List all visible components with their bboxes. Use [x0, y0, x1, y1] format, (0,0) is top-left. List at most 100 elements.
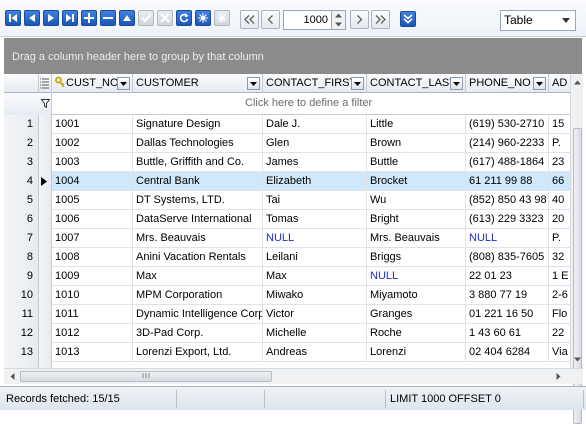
scroll-left-icon[interactable]: [6, 370, 19, 383]
contact-last-cell[interactable]: Brown: [367, 134, 466, 153]
header-phone-no[interactable]: PHONE_NO: [466, 74, 549, 93]
contact-first-cell[interactable]: Andreas: [263, 343, 367, 362]
cust-no-cell[interactable]: 1002: [52, 134, 133, 153]
customer-cell[interactable]: MPM Corporation: [133, 286, 263, 305]
customer-cell[interactable]: Dynamic Intelligence Corp: [133, 305, 263, 324]
contact-last-cell[interactable]: Buttle: [367, 153, 466, 172]
address-cell[interactable]: 1 E: [549, 267, 570, 286]
header-contact-first[interactable]: CONTACT_FIRST: [263, 74, 367, 93]
phone-no-cell[interactable]: NULL: [466, 229, 549, 248]
phone-no-cell[interactable]: 22 01 23: [466, 267, 549, 286]
cust-no-cell[interactable]: 1005: [52, 191, 133, 210]
prior-record-icon[interactable]: [24, 10, 40, 26]
contact-last-cell[interactable]: Mrs. Beauvais: [367, 229, 466, 248]
phone-no-cell[interactable]: 3 880 77 19: [466, 286, 549, 305]
table-row[interactable]: 4 1004 Central Bank Elizabeth Brocket 61 211 …: [4, 172, 570, 191]
first-record-icon[interactable]: [5, 10, 21, 26]
contact-first-cell[interactable]: Leilani: [263, 248, 367, 267]
contact-last-cell[interactable]: Miyamoto: [367, 286, 466, 305]
phone-no-cell[interactable]: (852) 850 43 98: [466, 191, 549, 210]
post-edit-icon[interactable]: [138, 10, 154, 26]
address-cell[interactable]: 20: [549, 210, 570, 229]
cust-no-cell[interactable]: 1003: [52, 153, 133, 172]
address-cell[interactable]: 32: [549, 248, 570, 267]
contact-last-cell[interactable]: Briggs: [367, 248, 466, 267]
customer-cell[interactable]: Dallas Technologies: [133, 134, 263, 153]
customer-cell[interactable]: Signature Design: [133, 115, 263, 134]
contact-first-cell[interactable]: Victor: [263, 305, 367, 324]
column-filter-dropdown-icon[interactable]: [247, 77, 260, 90]
customer-cell[interactable]: Buttle, Griffith and Co.: [133, 153, 263, 172]
first-page-icon[interactable]: [240, 10, 259, 29]
customer-cell[interactable]: Max: [133, 267, 263, 286]
customer-cell[interactable]: 3D-Pad Corp.: [133, 324, 263, 343]
row-indicator[interactable]: [39, 248, 52, 267]
limit-spinner[interactable]: [332, 10, 346, 30]
contact-first-cell[interactable]: Michelle: [263, 324, 367, 343]
table-row[interactable]: 10 1010 MPM Corporation Miwako Miyamoto 3 880…: [4, 286, 570, 305]
column-filter-dropdown-icon[interactable]: [351, 77, 364, 90]
horizontal-scroll-thumb[interactable]: [20, 371, 272, 382]
customer-cell[interactable]: DataServe International: [133, 210, 263, 229]
contact-first-cell[interactable]: Glen: [263, 134, 367, 153]
phone-no-cell[interactable]: 02 404 6284: [466, 343, 549, 362]
contact-first-cell[interactable]: Max: [263, 267, 367, 286]
row-indicator[interactable]: [39, 153, 52, 172]
address-cell[interactable]: 15: [549, 115, 570, 134]
delete-record-icon[interactable]: [100, 10, 116, 26]
scroll-up-icon[interactable]: [571, 76, 584, 89]
next-page-icon[interactable]: [350, 10, 369, 29]
phone-no-cell[interactable]: (613) 229 3323: [466, 210, 549, 229]
header-cust-no[interactable]: CUST_NO: [52, 74, 133, 93]
cust-no-cell[interactable]: 1010: [52, 286, 133, 305]
phone-no-cell[interactable]: 61 211 99 88: [466, 172, 549, 191]
phone-no-cell[interactable]: 1 43 60 61: [466, 324, 549, 343]
address-cell[interactable]: P.: [549, 229, 570, 248]
address-cell[interactable]: Via: [549, 343, 570, 362]
contact-first-cell[interactable]: NULL: [263, 229, 367, 248]
address-cell[interactable]: P.: [549, 134, 570, 153]
contact-first-cell[interactable]: Dale J.: [263, 115, 367, 134]
column-filter-dropdown-icon[interactable]: [117, 77, 130, 90]
column-chooser-icon[interactable]: [39, 74, 52, 93]
row-indicator[interactable]: [39, 229, 52, 248]
phone-no-cell[interactable]: (617) 488-1864: [466, 153, 549, 172]
scroll-right-icon[interactable]: [552, 370, 565, 383]
contact-last-cell[interactable]: Little: [367, 115, 466, 134]
table-row[interactable]: 3 1003 Buttle, Griffith and Co. James Buttle…: [4, 153, 570, 172]
customer-cell[interactable]: Lorenzi Export, Ltd.: [133, 343, 263, 362]
contact-last-cell[interactable]: Bright: [367, 210, 466, 229]
contact-last-cell[interactable]: Roche: [367, 324, 466, 343]
row-indicator[interactable]: [39, 191, 52, 210]
contact-first-cell[interactable]: Miwako: [263, 286, 367, 305]
clear-icon[interactable]: [214, 10, 230, 26]
row-indicator[interactable]: [39, 305, 52, 324]
contact-first-cell[interactable]: Tomas: [263, 210, 367, 229]
row-indicator[interactable]: [39, 286, 52, 305]
refresh-icon[interactable]: [176, 10, 192, 26]
phone-no-cell[interactable]: 01 221 16 50: [466, 305, 549, 324]
column-filter-dropdown-icon[interactable]: [533, 77, 546, 90]
header-contact-last[interactable]: CONTACT_LAST: [367, 74, 466, 93]
contact-last-cell[interactable]: Granges: [367, 305, 466, 324]
cust-no-cell[interactable]: 1001: [52, 115, 133, 134]
spin-up-icon[interactable]: [332, 11, 345, 20]
header-address[interactable]: AD: [549, 74, 570, 93]
row-indicator[interactable]: [39, 115, 52, 134]
cancel-edit-icon[interactable]: [157, 10, 173, 26]
table-row[interactable]: 6 1006 DataServe International Tomas Bright(…: [4, 210, 570, 229]
last-page-icon[interactable]: [371, 10, 390, 29]
cust-no-cell[interactable]: 1009: [52, 267, 133, 286]
address-cell[interactable]: 2-6: [549, 286, 570, 305]
vertical-scrollbar[interactable]: [570, 74, 584, 424]
expand-options-icon[interactable]: [400, 11, 416, 27]
table-row[interactable]: 5 1005 DT Systems, LTD. Tai Wu (852) 850 43 9…: [4, 191, 570, 210]
row-indicator[interactable]: [39, 267, 52, 286]
customer-cell[interactable]: Mrs. Beauvais: [133, 229, 263, 248]
contact-last-cell[interactable]: NULL: [367, 267, 466, 286]
cust-no-cell[interactable]: 1004: [52, 172, 133, 191]
row-indicator[interactable]: [39, 210, 52, 229]
filter-row[interactable]: Click here to define a filter: [4, 93, 570, 115]
cust-no-cell[interactable]: 1013: [52, 343, 133, 362]
column-filter-dropdown-icon[interactable]: [450, 77, 463, 90]
